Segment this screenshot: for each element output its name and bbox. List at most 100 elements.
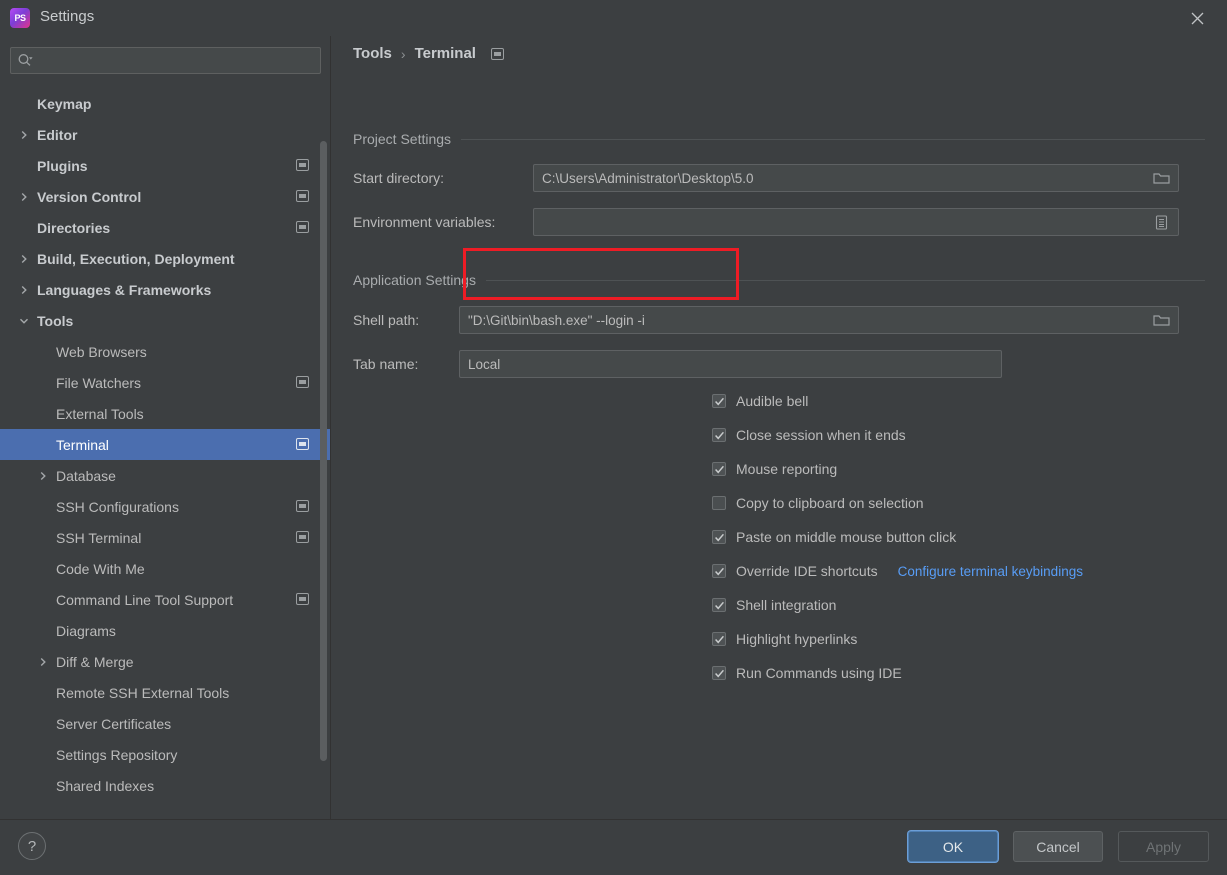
checkbox-checked-icon[interactable] [712,530,726,544]
project-scope-icon [296,530,309,546]
checkbox-close-session-when-it-ends[interactable]: Close session when it ends [712,427,906,443]
application-settings-section-header: Application Settings [353,272,1205,288]
sidebar-item-external-tools[interactable]: External Tools [0,398,331,429]
sidebar-item-label: Database [56,467,116,484]
window-title: Settings [40,8,95,25]
settings-dialog: PS Settings Keymap Editor Plugins Version C… [0,0,1227,875]
checkbox-copy-to-clipboard-on-selection[interactable]: Copy to clipboard on selection [712,495,924,511]
sidebar-item-file-watchers[interactable]: File Watchers [0,367,331,398]
sidebar-item-ssh-terminal[interactable]: SSH Terminal [0,522,331,553]
shell-path-label: Shell path: [353,312,420,328]
section-divider-line [461,138,1205,140]
search-box[interactable] [10,47,321,74]
checkbox-unchecked-icon[interactable] [712,496,726,510]
start-directory-field[interactable] [533,164,1179,192]
checkbox-label: Override IDE shortcuts [736,563,878,579]
checkbox-checked-icon[interactable] [712,598,726,612]
checkbox-checked-icon[interactable] [712,394,726,408]
sidebar-item-label: Editor [37,126,78,143]
title-bar: PS Settings [0,0,1227,36]
sidebar-item-label: Version Control [37,188,142,205]
sidebar-item-version-control[interactable]: Version Control [0,181,331,212]
sidebar-item-shared-indexes[interactable]: Shared Indexes [0,770,331,801]
sidebar-item-web-browsers[interactable]: Web Browsers [0,336,331,367]
sidebar-item-diagrams[interactable]: Diagrams [0,615,331,646]
folder-icon[interactable] [1148,165,1174,191]
sidebar-item-directories[interactable]: Directories [0,212,331,243]
environment-variables-input[interactable] [542,210,1148,234]
chevron-right-icon[interactable] [17,190,31,204]
sidebar-item-label: Plugins [37,157,88,174]
settings-main-panel: Tools › Terminal Project Settings Start … [331,36,1227,819]
sidebar-item-ssh-configurations[interactable]: SSH Configurations [0,491,331,522]
breadcrumb-separator: › [400,45,406,62]
tab-name-input[interactable] [468,352,997,376]
checkbox-paste-on-middle-mouse-button-click[interactable]: Paste on middle mouse button click [712,529,956,545]
sidebar-item-label: Directories [37,219,111,236]
app-icon-text: PS [14,13,26,23]
sidebar-item-languages-frameworks[interactable]: Languages & Frameworks [0,274,331,305]
sidebar-item-diff-merge[interactable]: Diff & Merge [0,646,331,677]
sidebar-item-database[interactable]: Database [0,460,331,491]
search-input[interactable] [34,49,320,72]
sidebar-item-label: Settings Repository [56,746,178,763]
checkbox-override-ide-shortcuts[interactable]: Override IDE shortcuts Configure terminal… [712,563,1083,579]
checkbox-shell-integration[interactable]: Shell integration [712,597,836,613]
chevron-right-icon[interactable] [36,655,50,669]
project-scope-icon [296,375,309,391]
checkbox-checked-icon[interactable] [712,666,726,680]
sidebar-item-build-execution-deployment[interactable]: Build, Execution, Deployment [0,243,331,274]
sidebar-item-keymap[interactable]: Keymap [0,88,331,119]
environment-variables-field[interactable] [533,208,1179,236]
sidebar-item-settings-repository[interactable]: Settings Repository [0,739,331,770]
tab-name-field[interactable] [459,350,1002,378]
apply-button[interactable]: Apply [1118,831,1209,862]
shell-path-input[interactable] [468,308,1148,332]
chevron-right-icon[interactable] [17,283,31,297]
sidebar-item-label: Keymap [37,95,92,112]
sidebar-item-tools[interactable]: Tools [0,305,331,336]
settings-tree: Keymap Editor Plugins Version Control Direct… [0,88,331,801]
project-scope-icon [296,592,309,608]
sidebar-item-code-with-me[interactable]: Code With Me [0,553,331,584]
checkbox-highlight-hyperlinks[interactable]: Highlight hyperlinks [712,631,857,647]
checkbox-audible-bell[interactable]: Audible bell [712,393,808,409]
sidebar-item-editor[interactable]: Editor [0,119,331,150]
chevron-down-icon[interactable] [17,314,31,328]
chevron-right-icon[interactable] [17,128,31,142]
chevron-right-icon[interactable] [36,469,50,483]
folder-icon[interactable] [1148,307,1174,333]
search-icon [17,53,34,68]
sidebar-item-server-certificates[interactable]: Server Certificates [0,708,331,739]
checkbox-run-commands-using-ide[interactable]: Run Commands using IDE [712,665,902,681]
cancel-button[interactable]: Cancel [1013,831,1103,862]
tab-name-label: Tab name: [353,356,419,372]
sidebar-item-label: File Watchers [56,374,142,391]
sidebar-item-plugins[interactable]: Plugins [0,150,331,181]
breadcrumb-current: Terminal [414,45,476,62]
sidebar-scrollbar-thumb[interactable] [320,141,327,761]
sidebar-item-label: Web Browsers [56,343,147,360]
shell-path-field[interactable] [459,306,1179,334]
project-scope-icon [490,47,504,60]
checkbox-checked-icon[interactable] [712,462,726,476]
sidebar-item-remote-ssh-external-tools[interactable]: Remote SSH External Tools [0,677,331,708]
checkbox-label: Copy to clipboard on selection [736,495,924,511]
checkbox-checked-icon[interactable] [712,564,726,578]
sidebar-item-command-line-tool-support[interactable]: Command Line Tool Support [0,584,331,615]
breadcrumb-parent[interactable]: Tools [353,45,392,62]
list-icon[interactable] [1148,209,1174,235]
checkbox-label: Mouse reporting [736,461,838,477]
help-button[interactable]: ? [18,832,46,860]
chevron-right-icon[interactable] [17,252,31,266]
checkbox-mouse-reporting[interactable]: Mouse reporting [712,461,837,477]
breadcrumb: Tools › Terminal [353,45,504,62]
sidebar-item-terminal[interactable]: Terminal [0,429,331,460]
ok-button[interactable]: OK [908,831,998,862]
close-icon[interactable] [1175,2,1219,34]
sidebar-item-label: Command Line Tool Support [56,591,234,608]
checkbox-checked-icon[interactable] [712,428,726,442]
configure-terminal-keybindings-link[interactable]: Configure terminal keybindings [898,564,1083,579]
start-directory-input[interactable] [542,166,1148,190]
checkbox-checked-icon[interactable] [712,632,726,646]
